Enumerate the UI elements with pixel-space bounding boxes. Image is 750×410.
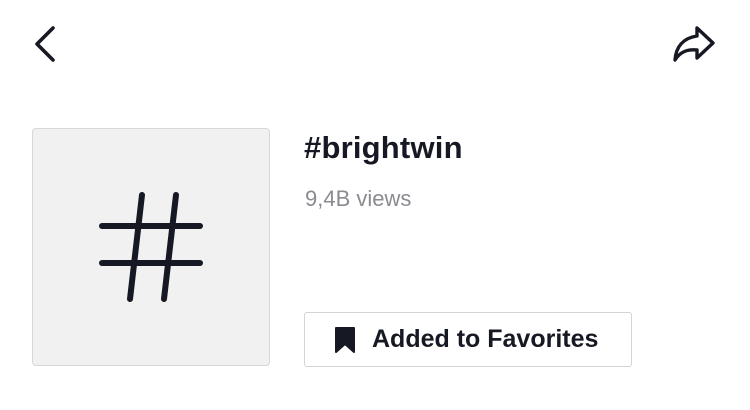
bookmark-icon [334,326,356,354]
share-button[interactable] [666,16,722,72]
chevron-left-icon [35,26,55,62]
hashtag-thumbnail [32,128,270,366]
added-to-favorites-button[interactable]: Added to Favorites [304,312,632,367]
back-button[interactable] [18,16,74,72]
favorite-button-label: Added to Favorites [372,325,599,353]
share-arrow-icon [673,26,715,62]
hash-icon [99,192,203,302]
view-count: 9,4B views [305,186,412,211]
hashtag-title: #brightwin [304,130,463,165]
hashtag-page: #brightwin 9,4B views Added to Favorites [0,0,750,410]
